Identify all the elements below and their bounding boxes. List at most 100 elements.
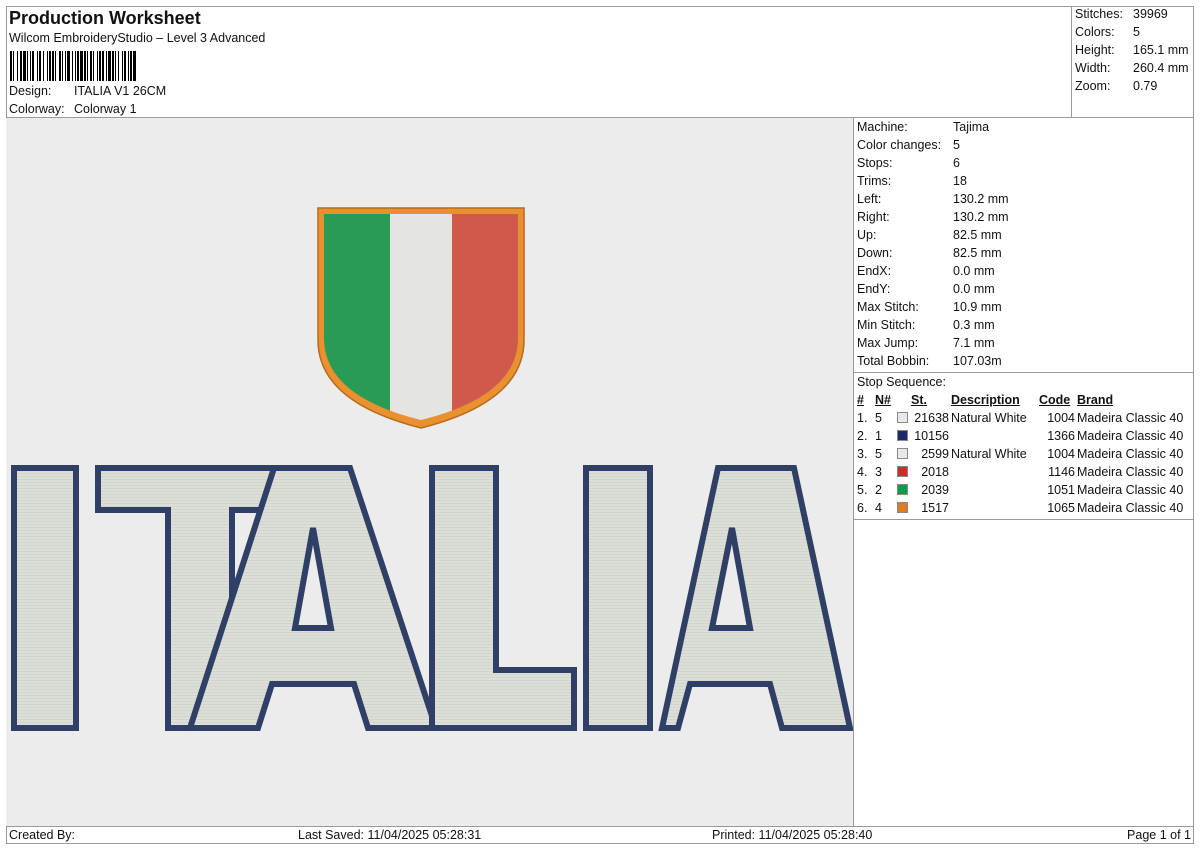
- info-label: Right:: [857, 210, 890, 224]
- thread-color-swatch: [897, 466, 908, 477]
- stop-description: [951, 463, 1039, 481]
- info-value: 18: [953, 174, 967, 188]
- thread-color-swatch: [897, 502, 908, 513]
- summary-width: Width: 260.4 mm: [1075, 61, 1189, 75]
- stop-needle: 5: [875, 447, 882, 461]
- letter-a-2: [658, 465, 853, 731]
- machine-info-row: EndY: 0.0 mm: [854, 280, 1194, 298]
- info-value: 82.5 mm: [953, 228, 1002, 242]
- stop-index: 4.: [857, 465, 868, 479]
- stop-index: 6.: [857, 501, 868, 515]
- col-index: #: [857, 393, 864, 407]
- machine-info-panel: Machine: Tajima Color changes: 5 Stops: 6 Trim…: [854, 118, 1194, 520]
- colorway-row: Colorway: Colorway 1: [9, 102, 137, 116]
- stop-brand: Madeira Classic 40: [1077, 483, 1184, 497]
- machine-info-row: Max Stitch: 10.9 mm: [854, 298, 1194, 316]
- info-value: 10.9 mm: [953, 300, 1002, 314]
- stop-code: 1366: [1047, 429, 1075, 443]
- info-label: Down:: [857, 246, 893, 260]
- info-label: Min Stitch:: [857, 318, 916, 332]
- stop-brand: Madeira Classic 40: [1077, 411, 1184, 425]
- stop-code: 1004: [1047, 411, 1075, 425]
- summary-colors: Colors: 5: [1075, 25, 1140, 39]
- italia-lettering: [11, 465, 853, 731]
- machine-info-row: Max Jump: 7.1 mm: [854, 334, 1194, 352]
- summary-height: Height: 165.1 mm: [1075, 43, 1189, 57]
- machine-info-row: Up: 82.5 mm: [854, 226, 1194, 244]
- stop-row: 4. 3 2018 1146 Madeira Classic 40: [857, 463, 1185, 481]
- machine-info-row: Total Bobbin: 107.03m: [854, 352, 1194, 370]
- machine-info-row: Left: 130.2 mm: [854, 190, 1194, 208]
- info-label: Color changes:: [857, 138, 942, 152]
- info-label: Left:: [857, 192, 882, 206]
- info-value: Tajima: [953, 120, 990, 134]
- software-name: Wilcom EmbroideryStudio – Level 3 Advanc…: [9, 31, 266, 45]
- stop-description: [951, 427, 1039, 445]
- stop-stitches: 1517: [921, 501, 949, 515]
- thread-color-swatch: [897, 412, 908, 423]
- barcode-bar: [136, 51, 137, 81]
- stop-sequence-header-row: # N# St. Description Code Brand: [857, 391, 1185, 409]
- col-brand: Brand: [1077, 393, 1114, 407]
- machine-info-row: Machine: Tajima: [854, 118, 1194, 136]
- stop-row: 5. 2 2039 1051 Madeira Classic 40: [857, 481, 1185, 499]
- stop-code: 1051: [1047, 483, 1075, 497]
- stop-needle: 4: [875, 501, 882, 515]
- color-swatch-cell: [897, 463, 911, 481]
- color-swatch-cell: [897, 427, 911, 445]
- created-by: Created By:: [9, 828, 76, 842]
- thread-color-swatch: [897, 484, 908, 495]
- stop-description: Natural White: [951, 411, 1027, 425]
- stop-brand: Madeira Classic 40: [1077, 447, 1184, 461]
- info-label: Total Bobbin:: [857, 354, 930, 368]
- stop-row: 3. 5 2599 Natural White 1004 Madeira Classic …: [857, 445, 1185, 463]
- machine-info-list: Machine: Tajima Color changes: 5 Stops: 6 Trim…: [854, 118, 1194, 373]
- last-saved: Last Saved: 11/04/2025 05:28:31: [298, 828, 482, 842]
- stop-stitches: 21638: [914, 411, 949, 425]
- barcode: [10, 51, 240, 81]
- colorway-value: Colorway 1: [74, 102, 137, 116]
- machine-info-row: Color changes: 5: [854, 136, 1194, 154]
- color-swatch-cell: [897, 409, 911, 427]
- stop-index: 2.: [857, 429, 868, 443]
- machine-info-row: Stops: 6: [854, 154, 1194, 172]
- printed-date: Printed: 11/04/2025 05:28:40: [712, 828, 873, 842]
- col-code: Code: [1039, 393, 1071, 407]
- info-label: EndY:: [857, 282, 891, 296]
- stop-needle: 3: [875, 465, 882, 479]
- stop-code: 1004: [1047, 447, 1075, 461]
- stop-stitches: 2039: [921, 483, 949, 497]
- info-value: 6: [953, 156, 960, 170]
- info-value: 130.2 mm: [953, 192, 1009, 206]
- info-value: 130.2 mm: [953, 210, 1009, 224]
- letter-i-1: [11, 465, 79, 731]
- letter-i-2: [583, 465, 653, 731]
- summary-zoom: Zoom: 0.79: [1075, 79, 1158, 93]
- info-label: Max Jump:: [857, 336, 919, 350]
- colorway-label: Colorway:: [9, 102, 65, 116]
- worksheet-header: Production Worksheet Wilcom EmbroiderySt…: [6, 6, 1072, 118]
- thread-color-swatch: [897, 430, 908, 441]
- machine-info-row: Down: 82.5 mm: [854, 244, 1194, 262]
- stop-sequence-section: Stop Sequence: # N# St. Description Code…: [854, 373, 1194, 520]
- stop-index: 1.: [857, 411, 868, 425]
- machine-info-row: Trims: 18: [854, 172, 1194, 190]
- info-value: 107.03m: [953, 354, 1002, 368]
- stop-row: 1. 5 21638 Natural White 1004 Madeira Classic…: [857, 409, 1185, 427]
- info-value: 5: [953, 138, 960, 152]
- design-value: ITALIA V1 26CM: [74, 84, 167, 98]
- info-label: Trims:: [857, 174, 892, 188]
- info-label: EndX:: [857, 264, 892, 278]
- info-value: 0.0 mm: [953, 282, 995, 296]
- col-stitches: St.: [911, 393, 927, 407]
- italia-shield-emblem: [317, 207, 525, 429]
- info-label: Max Stitch:: [857, 300, 919, 314]
- color-swatch-cell: [897, 481, 911, 499]
- stop-needle: 5: [875, 411, 882, 425]
- info-value: 0.0 mm: [953, 264, 995, 278]
- info-label: Machine:: [857, 120, 908, 134]
- design-preview: [6, 118, 854, 826]
- machine-info-row: EndX: 0.0 mm: [854, 262, 1194, 280]
- col-description: Description: [951, 393, 1020, 407]
- info-value: 0.3 mm: [953, 318, 995, 332]
